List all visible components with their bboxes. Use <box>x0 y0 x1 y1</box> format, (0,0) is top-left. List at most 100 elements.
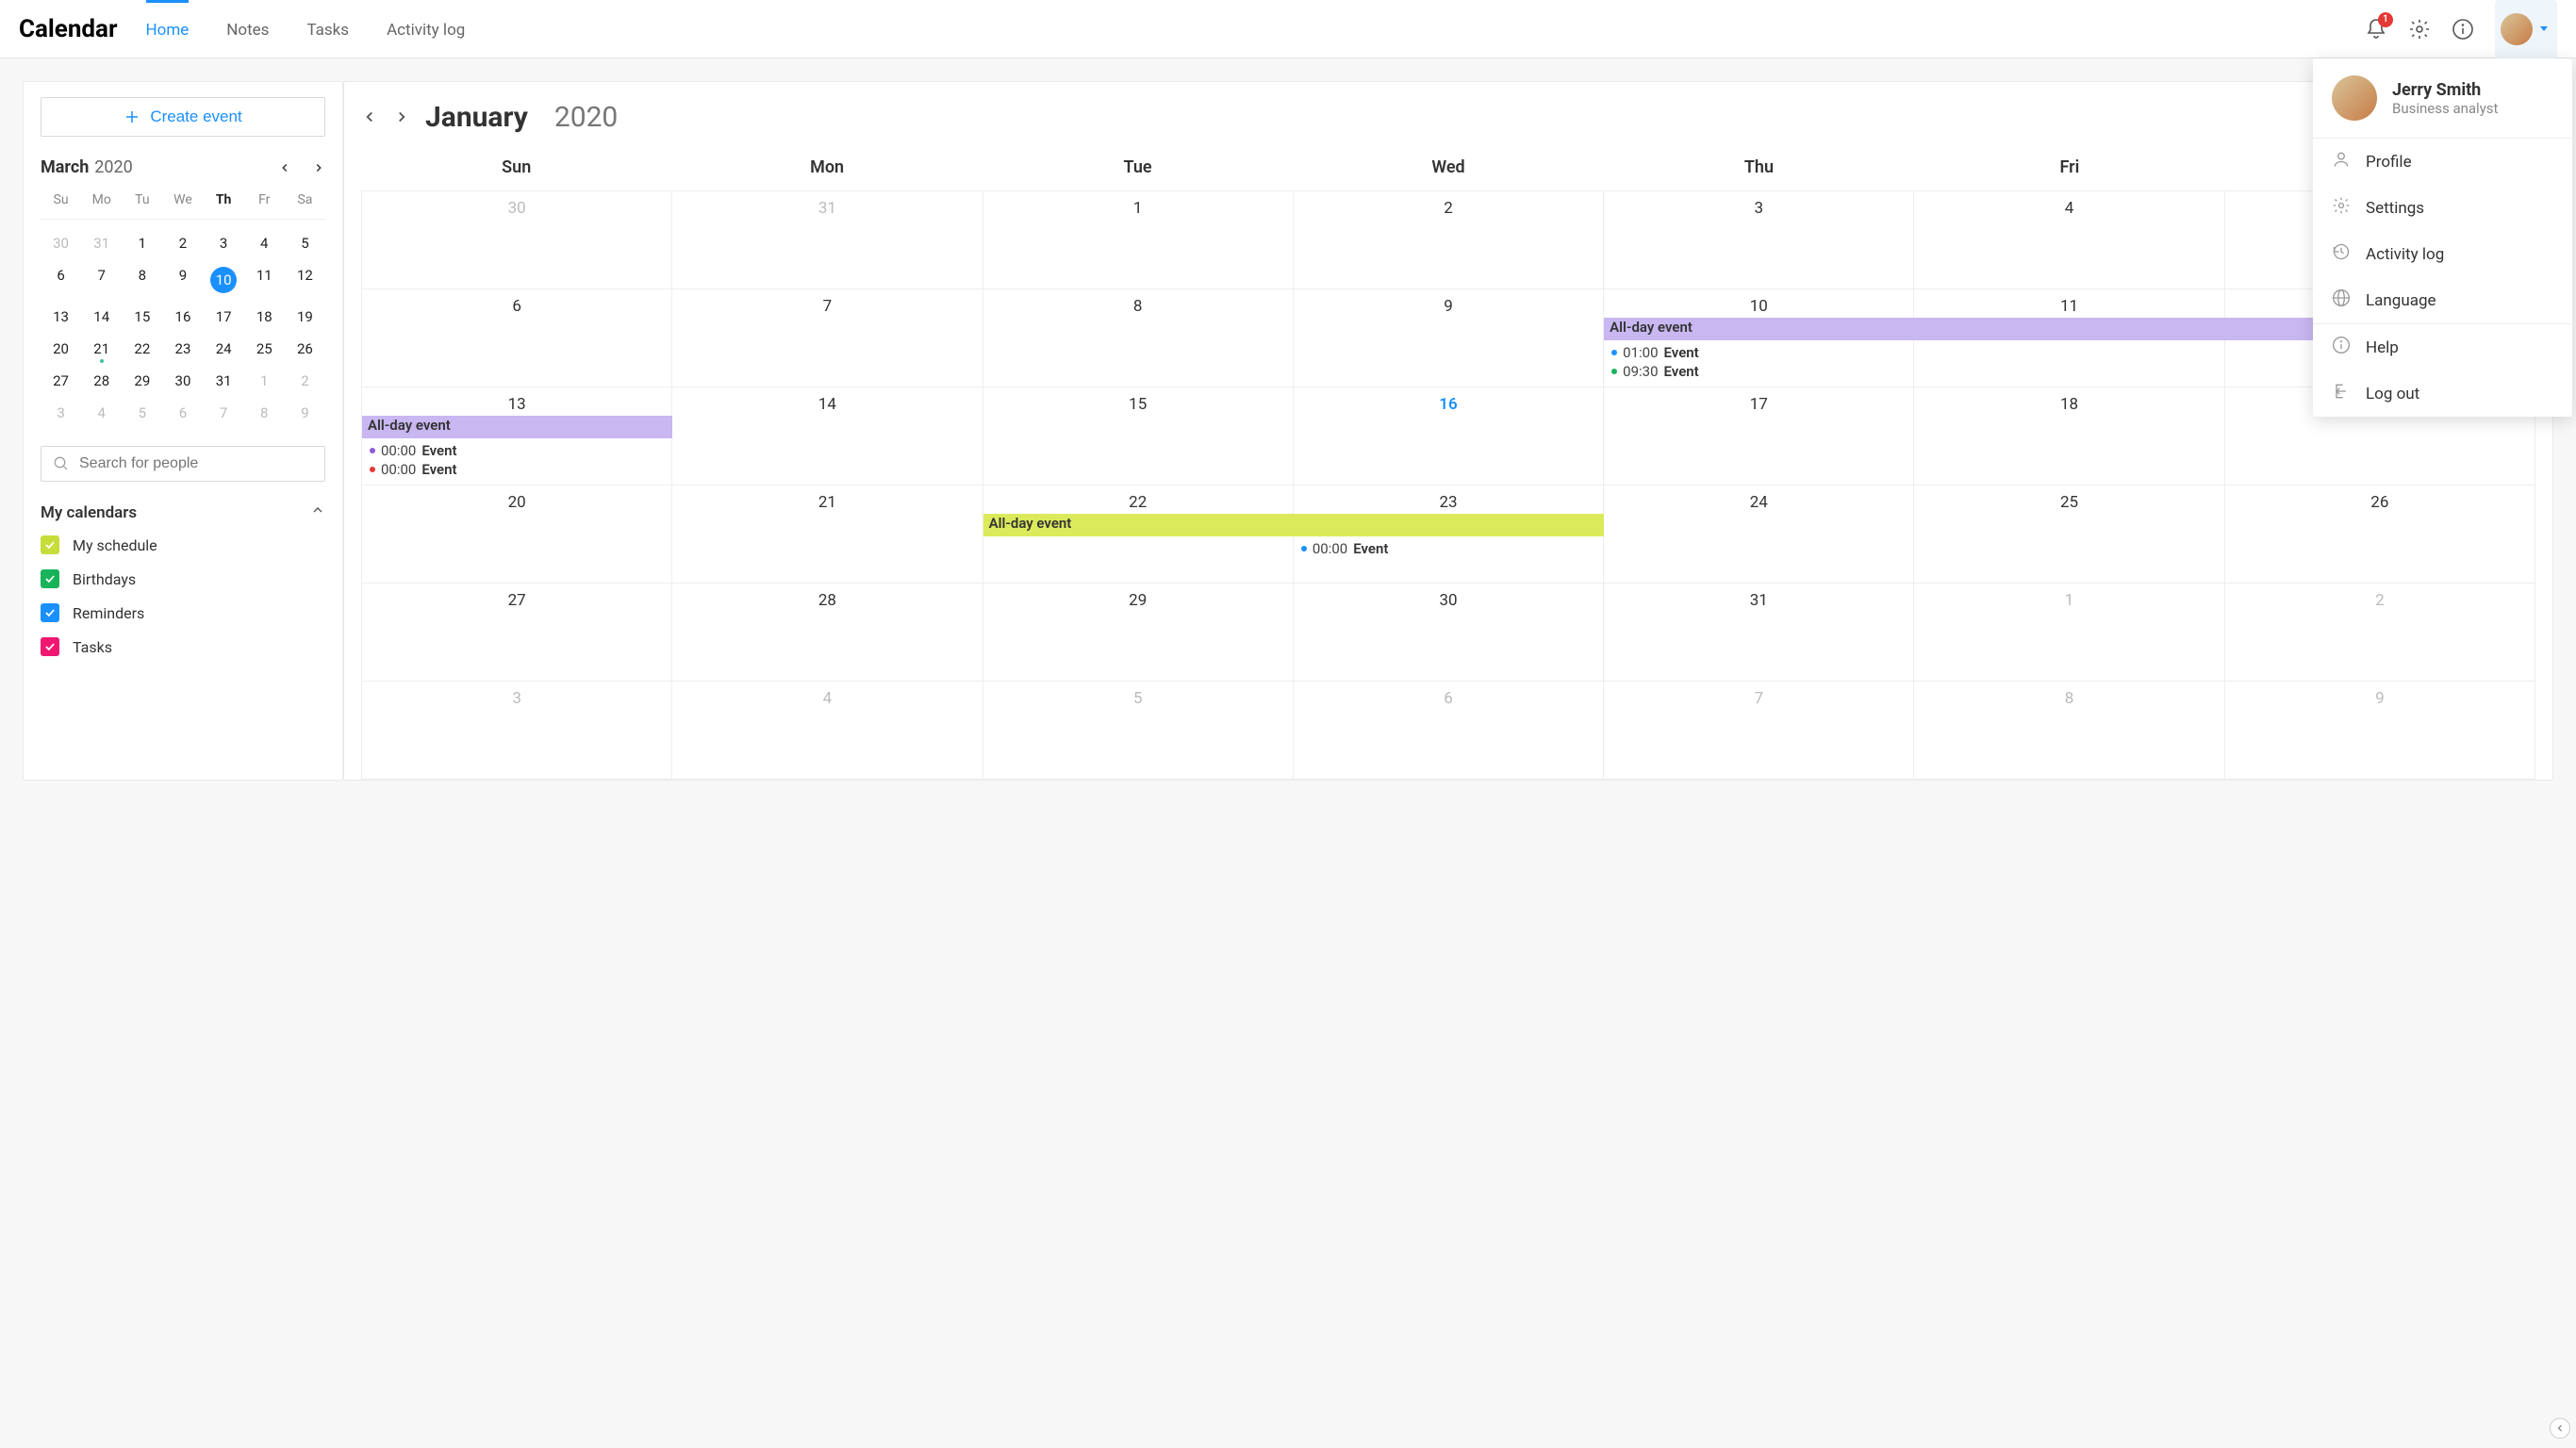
mini-day[interactable]: 8 <box>244 397 285 429</box>
mini-day[interactable]: 3 <box>204 227 244 259</box>
mini-day[interactable]: 31 <box>204 365 244 397</box>
mini-day[interactable]: 18 <box>244 301 285 333</box>
checkbox[interactable] <box>41 637 59 656</box>
day-cell[interactable]: 27 <box>362 584 672 681</box>
mini-day[interactable]: 28 <box>81 365 122 397</box>
mini-day[interactable]: 16 <box>162 301 203 333</box>
nav-tab-notes[interactable]: Notes <box>226 0 269 58</box>
day-cell[interactable]: 29 <box>983 584 1294 681</box>
day-cell[interactable]: 2 <box>1294 191 1604 288</box>
day-cell[interactable]: 28 <box>672 584 983 681</box>
nav-tab-tasks[interactable]: Tasks <box>306 0 349 58</box>
mini-day[interactable]: 23 <box>162 333 203 365</box>
settings-button[interactable] <box>2408 18 2431 41</box>
mini-day[interactable]: 7 <box>81 259 122 301</box>
main-cal-prev[interactable] <box>361 108 378 125</box>
mini-day[interactable]: 24 <box>204 333 244 365</box>
dropdown-item-language[interactable]: Language <box>2313 277 2572 323</box>
day-cell[interactable]: 14 <box>672 387 983 485</box>
user-menu-button[interactable] <box>2495 0 2557 58</box>
day-cell[interactable]: 9 <box>1294 289 1604 387</box>
mini-day[interactable]: 19 <box>285 301 325 333</box>
calendar-item-my-schedule[interactable]: My schedule <box>41 535 325 554</box>
day-cell[interactable]: 30 <box>362 191 672 288</box>
day-cell[interactable]: 3 <box>362 682 672 779</box>
my-calendars-toggle[interactable]: My calendars <box>41 502 325 522</box>
day-cell[interactable]: 30 <box>1294 584 1604 681</box>
collapse-button[interactable] <box>2550 1418 2570 1439</box>
dropdown-item-log-out[interactable]: Log out <box>2313 370 2572 417</box>
day-cell[interactable]: 26 <box>2225 485 2535 583</box>
mini-day[interactable]: 30 <box>162 365 203 397</box>
day-cell[interactable]: 8 <box>1914 682 2224 779</box>
day-cell[interactable]: 6 <box>1294 682 1604 779</box>
day-cell[interactable]: 5 <box>983 682 1294 779</box>
day-cell[interactable]: 1 <box>983 191 1294 288</box>
mini-day[interactable]: 3 <box>41 397 81 429</box>
mini-day[interactable]: 12 <box>285 259 325 301</box>
nav-tab-activity-log[interactable]: Activity log <box>387 0 465 58</box>
nav-tab-home[interactable]: Home <box>146 0 190 58</box>
mini-day[interactable]: 1 <box>122 227 162 259</box>
day-cell[interactable]: 18 <box>1914 387 2224 485</box>
checkbox[interactable] <box>41 603 59 622</box>
mini-day[interactable]: 20 <box>41 333 81 365</box>
day-cell[interactable]: 1 <box>1914 584 2224 681</box>
mini-day[interactable]: 4 <box>244 227 285 259</box>
day-cell[interactable]: 24 <box>1604 485 1914 583</box>
search-people[interactable] <box>41 446 325 482</box>
day-cell[interactable]: 17 <box>1604 387 1914 485</box>
day-cell[interactable]: 4 <box>1914 191 2224 288</box>
mini-day[interactable]: 15 <box>122 301 162 333</box>
calendar-item-reminders[interactable]: Reminders <box>41 603 325 622</box>
event-item[interactable]: 00:00 Event <box>370 442 664 459</box>
event-item[interactable]: 01:00 Event <box>1611 344 1906 361</box>
dropdown-item-activity-log[interactable]: Activity log <box>2313 231 2572 277</box>
mini-day[interactable]: 14 <box>81 301 122 333</box>
day-cell[interactable]: 7 <box>672 289 983 387</box>
day-cell[interactable]: 15 <box>983 387 1294 485</box>
dropdown-item-help[interactable]: Help <box>2313 324 2572 370</box>
mini-day[interactable]: 25 <box>244 333 285 365</box>
mini-day[interactable]: 9 <box>162 259 203 301</box>
mini-day[interactable]: 29 <box>122 365 162 397</box>
notifications-button[interactable]: 1 <box>2365 18 2387 41</box>
day-cell[interactable]: 7 <box>1604 682 1914 779</box>
mini-day[interactable]: 21 <box>81 333 122 365</box>
day-cell[interactable]: 8 <box>983 289 1294 387</box>
day-cell[interactable]: 31 <box>1604 584 1914 681</box>
day-cell[interactable]: 9 <box>2225 682 2535 779</box>
calendar-item-birthdays[interactable]: Birthdays <box>41 569 325 588</box>
mini-cal-next[interactable] <box>312 161 325 174</box>
day-cell[interactable]: 20 <box>362 485 672 583</box>
mini-day[interactable]: 9 <box>285 397 325 429</box>
mini-day[interactable]: 22 <box>122 333 162 365</box>
day-cell[interactable]: 21 <box>672 485 983 583</box>
mini-day[interactable]: 6 <box>162 397 203 429</box>
event-item[interactable]: 00:00 Event <box>1301 540 1595 557</box>
dropdown-item-profile[interactable]: Profile <box>2313 139 2572 185</box>
mini-day[interactable]: 5 <box>285 227 325 259</box>
dropdown-item-settings[interactable]: Settings <box>2313 185 2572 231</box>
day-cell[interactable]: 25 <box>1914 485 2224 583</box>
day-cell[interactable]: 3 <box>1604 191 1914 288</box>
create-event-button[interactable]: Create event <box>41 97 325 137</box>
day-cell[interactable]: 2 <box>2225 584 2535 681</box>
event-item[interactable]: 00:00 Event <box>370 461 664 478</box>
mini-day[interactable]: 2 <box>162 227 203 259</box>
day-cell[interactable]: 6 <box>362 289 672 387</box>
mini-day[interactable]: 13 <box>41 301 81 333</box>
mini-day[interactable]: 1 <box>244 365 285 397</box>
mini-day[interactable]: 27 <box>41 365 81 397</box>
mini-day[interactable]: 2 <box>285 365 325 397</box>
mini-cal-prev[interactable] <box>278 161 291 174</box>
search-input[interactable] <box>79 455 313 472</box>
day-cell[interactable]: 31 <box>672 191 983 288</box>
event-item[interactable]: 09:30 Event <box>1611 363 1906 380</box>
mini-day[interactable]: 5 <box>122 397 162 429</box>
mini-day[interactable]: 4 <box>81 397 122 429</box>
main-cal-next[interactable] <box>393 108 410 125</box>
mini-day[interactable]: 30 <box>41 227 81 259</box>
day-cell[interactable]: 16 <box>1294 387 1604 485</box>
checkbox[interactable] <box>41 569 59 588</box>
